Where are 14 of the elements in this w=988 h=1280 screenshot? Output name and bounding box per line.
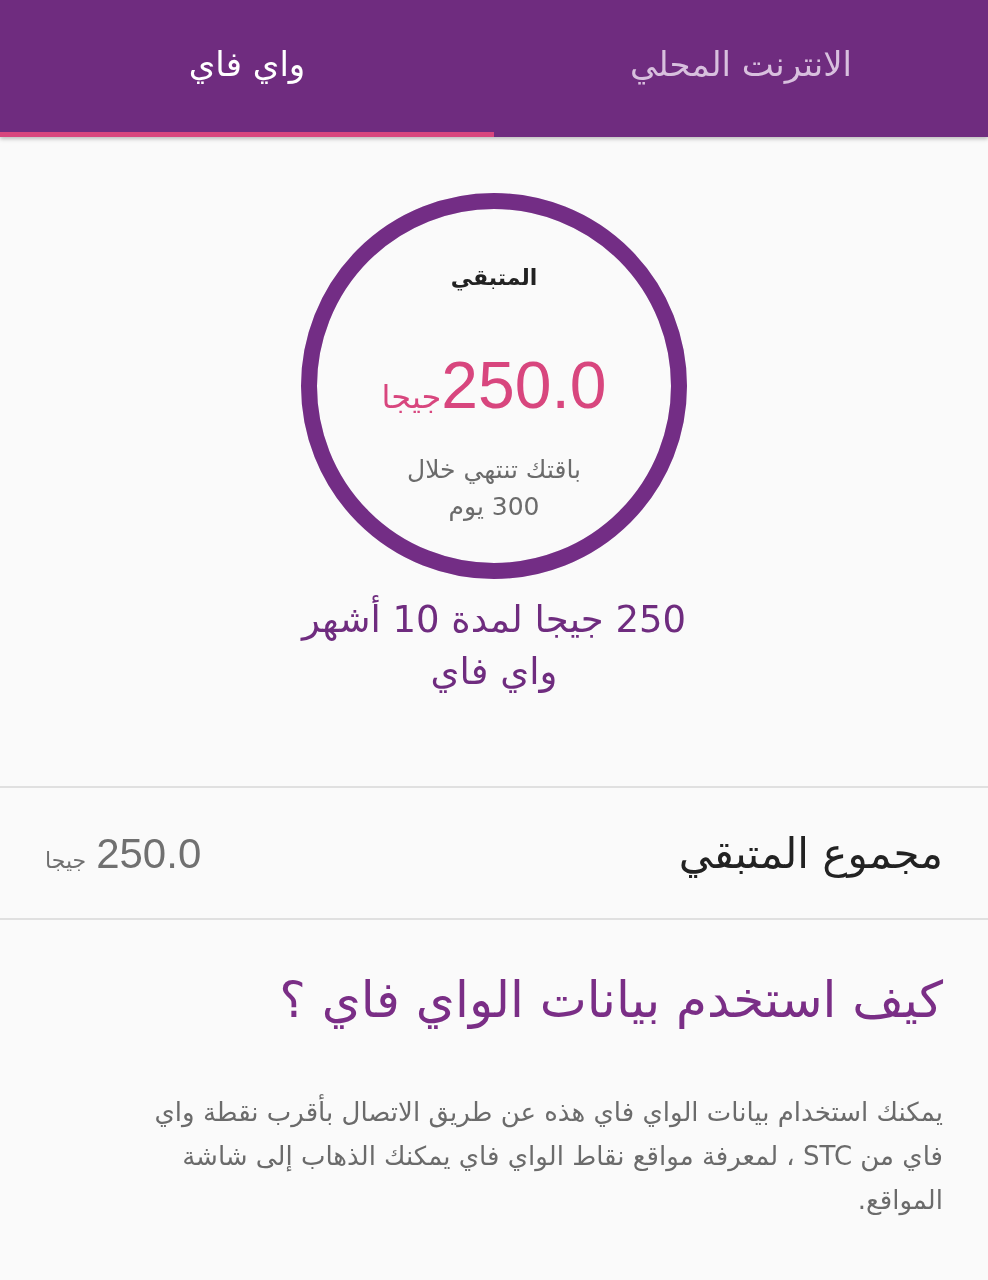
package-title: 250 جيجا لمدة 10 أشهر — [301, 594, 687, 646]
expiry-text: 300 يوم — [448, 491, 540, 523]
help-heading: كيف استخدم بيانات الواي فاي ؟ — [278, 970, 943, 1031]
remaining-amount: 250.0 — [441, 347, 607, 424]
total-remaining-unit: جيجا — [45, 846, 87, 875]
remaining-unit: جيجا — [381, 377, 442, 418]
total-remaining-label: مجموع المتبقي — [678, 827, 943, 880]
total-remaining-amount: 250.0 — [96, 828, 202, 879]
tab[interactable]: الانترنت المحلي — [494, 0, 988, 137]
expiry-text: باقتك تنتهي خلال — [407, 454, 581, 486]
tab[interactable]: واي فاي — [0, 0, 494, 137]
remaining-caption: المتبقي — [450, 264, 538, 293]
help-paragraph: يمكنك استخدام بيانات الواي فاي هذه عن طريق الاتصال بأقرب نقطة واي فاي من STC ، لمعرفة مواقع نقاط الواي فاي يمكنك الذهاب إلى شاشة المواقع. — [120, 1090, 943, 1222]
package-title: واي فاي — [430, 649, 558, 695]
